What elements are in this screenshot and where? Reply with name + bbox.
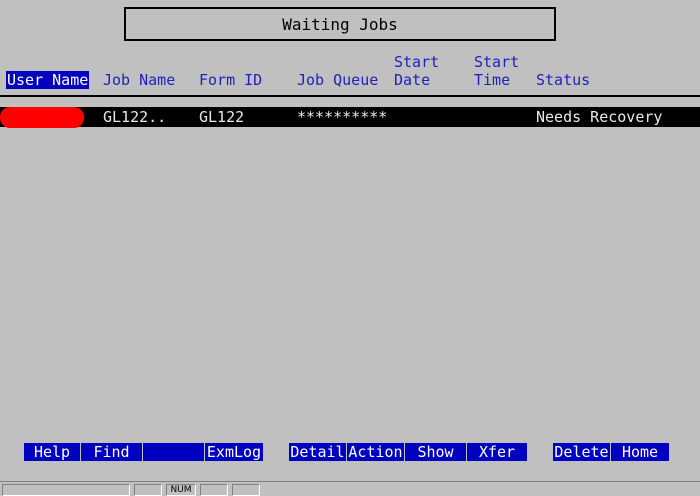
function-key-group-mid: Detail Action Show Xfer: [289, 443, 527, 461]
cell-job-name: GL122..: [103, 108, 167, 126]
status-bar: NUM: [0, 481, 700, 496]
action-button[interactable]: Action: [347, 443, 405, 461]
column-header-job-queue[interactable]: Job Queue: [297, 71, 378, 89]
column-header-start-date-line1: Start: [394, 53, 440, 71]
column-header-start-date-line2: Date: [394, 71, 431, 89]
blank-function-key[interactable]: [143, 443, 205, 461]
status-panel-extra: [232, 484, 260, 496]
home-button[interactable]: Home: [611, 443, 669, 461]
detail-button[interactable]: Detail: [289, 443, 347, 461]
status-panel-scroll: [200, 484, 228, 496]
show-button[interactable]: Show: [405, 443, 467, 461]
column-header-start-time-line2: Time: [474, 71, 511, 89]
status-panel-caps: [134, 484, 162, 496]
function-key-group-left: Help Find ExmLog: [24, 443, 263, 461]
table-row[interactable]: GL122.. GL122 ********** Needs Recovery: [0, 107, 700, 128]
delete-button[interactable]: Delete: [553, 443, 611, 461]
exmlog-button[interactable]: ExmLog: [205, 443, 263, 461]
column-header-start-time-line1: Start: [474, 53, 520, 71]
function-key-group-right: Delete Home: [553, 443, 669, 461]
xfer-button[interactable]: Xfer: [467, 443, 527, 461]
find-button[interactable]: Find: [81, 443, 143, 461]
column-header-job-name[interactable]: Job Name: [103, 71, 175, 89]
header-divider: [0, 95, 700, 97]
help-button[interactable]: Help: [24, 443, 81, 461]
cell-job-queue: **********: [297, 108, 388, 126]
num-indicator: NUM: [170, 485, 192, 495]
column-header-start-date[interactable]: Start Date: [394, 53, 439, 89]
cell-status: Needs Recovery: [536, 108, 663, 126]
column-header-form-id[interactable]: Form ID: [199, 71, 262, 89]
redacted-user-name: [0, 107, 84, 128]
column-header-status[interactable]: Status: [536, 71, 590, 89]
window-title: Waiting Jobs: [124, 7, 556, 41]
status-panel-message: [2, 484, 130, 496]
column-header-start-time[interactable]: Start Time: [474, 53, 519, 89]
column-header-user-name[interactable]: User Name: [6, 71, 90, 89]
status-panel-num: NUM: [166, 484, 196, 496]
title-text: Waiting Jobs: [282, 14, 398, 34]
cell-form-id: GL122: [199, 108, 245, 126]
